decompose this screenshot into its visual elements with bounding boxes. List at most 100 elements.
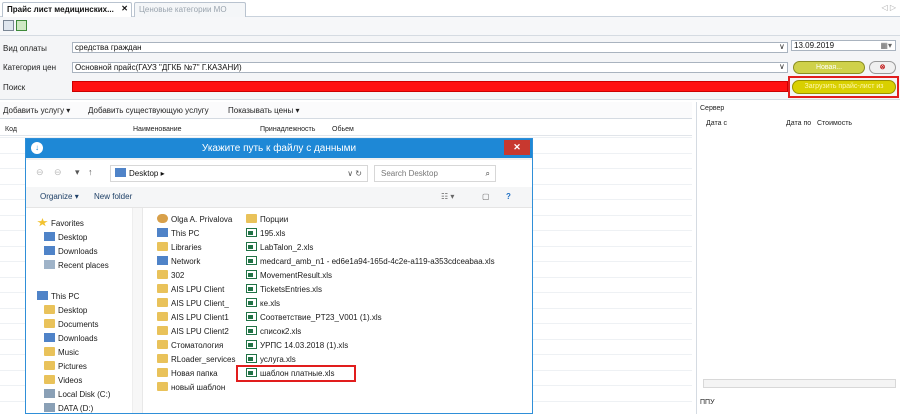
tab-price-categories[interactable]: Ценовые категории МО xyxy=(134,2,246,17)
list-item[interactable]: AIS LPU Client_ xyxy=(157,298,229,308)
list-item[interactable]: Соответствие_PT23_V001 (1).xls xyxy=(246,312,382,322)
up-arrow-icon[interactable]: ↑ xyxy=(88,167,93,177)
nav-favorites[interactable]: Favorites xyxy=(37,218,84,228)
col-belonging[interactable]: Принадлежность xyxy=(260,126,315,133)
calendar-icon[interactable]: ▦▾ xyxy=(880,41,892,50)
list-item[interactable]: Стоматология xyxy=(157,340,223,350)
category-field[interactable]: Основной прайс(ГАУЗ "ДГКБ №7" Г.КАЗАНИ) xyxy=(72,62,788,73)
tab-price-list[interactable]: Прайс лист медицинских... ✕ xyxy=(2,2,132,17)
list-item[interactable]: MovementResult.xls xyxy=(246,270,332,280)
list-item[interactable]: Network xyxy=(157,256,200,266)
add-existing-service-button[interactable]: Добавить существующую услугу xyxy=(88,106,209,115)
date-field[interactable]: 13.09.2019 ▦▾ xyxy=(791,40,896,51)
folder-icon xyxy=(157,284,168,293)
list-item[interactable]: УРПС 14.03.2018 (1).xls xyxy=(246,340,348,350)
list-item[interactable]: AIS LPU Client1 xyxy=(157,312,229,322)
address-box[interactable]: Desktop ▸ ∨ ↻ xyxy=(110,165,368,182)
chevron-down-icon[interactable]: ∨ xyxy=(779,62,785,71)
list-item[interactable]: Olga A. Privalova xyxy=(157,214,232,224)
upload-price-list-button[interactable]: Загрузить прайс-лист из xyxy=(792,80,896,94)
nav-data-disk[interactable]: DATA (D:) xyxy=(44,403,93,413)
list-item[interactable]: Libraries xyxy=(157,242,202,252)
chevron-down-icon[interactable]: ▾ xyxy=(75,167,80,178)
excel-file-icon xyxy=(246,298,257,307)
col-date-to[interactable]: Дата по xyxy=(786,120,811,127)
close-icon[interactable]: ✕ xyxy=(121,4,128,13)
nav-desktop[interactable]: Desktop xyxy=(44,232,87,242)
nav-videos[interactable]: Videos xyxy=(44,375,82,385)
refresh-icon[interactable] xyxy=(16,20,27,31)
preview-pane-icon[interactable]: ▢ xyxy=(482,192,490,201)
chevron-down-icon[interactable]: ∨ xyxy=(779,42,785,51)
list-item[interactable]: medcard_amb_n1 - ed6e1a94-165d-4c2e-a119… xyxy=(246,256,495,266)
nav-label: Documents xyxy=(58,320,99,329)
list-item[interactable]: TicketsEntries.xls xyxy=(246,284,322,294)
delete-button[interactable]: ⊗ xyxy=(869,61,896,74)
list-item[interactable]: ке.xls xyxy=(246,298,280,308)
list-item[interactable]: Порции xyxy=(246,214,288,224)
add-service-button[interactable]: Добавить услугу ▾ xyxy=(3,106,70,115)
new-button[interactable]: Новая... xyxy=(793,61,865,74)
dialog-title-bar: ↓ Укажите путь к файлу с данными ✕ xyxy=(26,139,532,158)
computer-icon xyxy=(37,291,48,300)
list-item[interactable]: 302 xyxy=(157,270,184,280)
nav-scrollbar[interactable] xyxy=(132,208,142,413)
search-placeholder: Search Desktop xyxy=(381,169,438,178)
excel-file-icon xyxy=(246,340,257,349)
help-icon[interactable]: ? xyxy=(506,192,511,201)
col-code[interactable]: Код xyxy=(5,126,17,133)
list-item[interactable]: AIS LPU Client2 xyxy=(157,326,229,336)
list-item[interactable]: This PC xyxy=(157,228,199,238)
list-item[interactable]: новый шаблон xyxy=(157,382,225,392)
list-item[interactable]: 195.xls xyxy=(246,228,285,238)
forward-arrow-icon[interactable]: ⊖ xyxy=(54,167,62,178)
save-icon[interactable] xyxy=(3,20,14,31)
folder-icon xyxy=(157,298,168,307)
list-item[interactable]: LabTalon_2.xls xyxy=(246,242,313,252)
list-item[interactable]: услуга.xls xyxy=(246,354,296,364)
nav-documents[interactable]: Documents xyxy=(44,319,98,329)
list-item[interactable]: Новая папка xyxy=(157,368,218,378)
nav-downloads[interactable]: Downloads xyxy=(44,246,98,256)
list-item[interactable]: RLoader_services xyxy=(157,354,235,364)
excel-file-icon xyxy=(246,284,257,293)
nav-pc-desktop[interactable]: Desktop xyxy=(44,305,87,315)
search-input[interactable] xyxy=(72,81,788,92)
item-label: список2.xls xyxy=(260,327,302,336)
service-toolbar: Добавить услугу ▾ Добавить существующую … xyxy=(0,102,692,119)
item-label: Libraries xyxy=(171,243,202,252)
item-label: TicketsEntries.xls xyxy=(260,285,322,294)
item-label: AIS LPU Client xyxy=(171,285,225,294)
col-name[interactable]: Наименование xyxy=(133,126,182,133)
refresh-icon[interactable]: ∨ ↻ xyxy=(347,166,362,181)
search-box[interactable]: Search Desktop ⌕ xyxy=(374,165,496,182)
payment-field[interactable]: средства граждан xyxy=(72,42,788,53)
new-folder-button[interactable]: New folder xyxy=(94,192,132,201)
organize-button[interactable]: Organize ▾ xyxy=(40,192,79,201)
back-arrow-icon[interactable]: ⊖ xyxy=(36,167,44,178)
desktop-icon xyxy=(44,232,55,241)
disk-icon xyxy=(44,403,55,412)
nav-this-pc[interactable]: This PC xyxy=(37,291,79,301)
folder-icon xyxy=(157,326,168,335)
col-volume[interactable]: Обьем xyxy=(332,126,354,133)
nav-pictures[interactable]: Pictures xyxy=(44,361,87,371)
computer-icon xyxy=(157,228,168,237)
horizontal-scrollbar[interactable] xyxy=(703,379,896,388)
nav-pc-downloads[interactable]: Downloads xyxy=(44,333,98,343)
col-date-from[interactable]: Дата с xyxy=(706,120,727,127)
show-prices-button[interactable]: Показывать цены ▾ xyxy=(228,106,300,115)
list-item[interactable]: список2.xls xyxy=(246,326,301,336)
col-cost[interactable]: Стоимость xyxy=(817,120,852,127)
nav-recent-places[interactable]: Recent places xyxy=(44,260,109,270)
nav-local-disk[interactable]: Local Disk (C:) xyxy=(44,389,110,399)
selected-file-item[interactable]: шаблон платные.xls xyxy=(246,368,335,378)
add-service-label: Добавить услугу xyxy=(3,106,65,115)
view-options-icon[interactable]: ☷ ▾ xyxy=(441,192,454,201)
dialog-close-button[interactable]: ✕ xyxy=(504,140,530,155)
nav-music[interactable]: Music xyxy=(44,347,79,357)
list-item[interactable]: AIS LPU Client xyxy=(157,284,224,294)
ppu-section-label: ППУ xyxy=(700,399,715,406)
excel-file-icon xyxy=(246,354,257,363)
tab-scroll-arrows-icon[interactable]: ◁ ▷ xyxy=(881,3,896,12)
